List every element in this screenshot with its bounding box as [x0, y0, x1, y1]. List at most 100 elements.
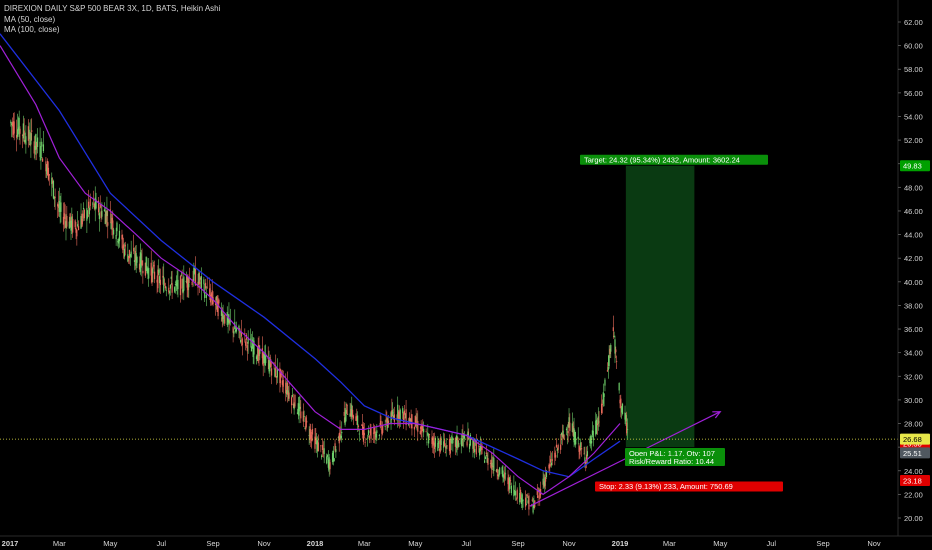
- y-tick-label: 46.00: [904, 207, 923, 216]
- candle: [423, 421, 425, 438]
- candle: [45, 156, 47, 178]
- candle: [159, 268, 162, 294]
- candle: [232, 325, 234, 343]
- candle: [157, 265, 159, 292]
- candle: [534, 500, 536, 510]
- target-label: Target: 24.32 (95.34%) 2432, Amount: 360…: [584, 156, 740, 165]
- candle: [621, 402, 624, 416]
- price-chart[interactable]: 20.0022.0024.0026.0028.0030.0032.0034.00…: [0, 0, 932, 550]
- candle: [77, 210, 79, 228]
- candle: [332, 446, 334, 466]
- x-tick-label: Jul: [461, 539, 471, 548]
- candle: [116, 221, 118, 236]
- x-tick-label: Jul: [156, 539, 166, 548]
- chart-root: 20.0022.0024.0026.0028.0030.0032.0034.00…: [0, 0, 932, 550]
- candle: [514, 481, 517, 501]
- candle: [620, 394, 622, 418]
- candle: [604, 377, 606, 392]
- axis-badge: 49.83: [903, 162, 922, 171]
- y-tick-label: 38.00: [904, 301, 923, 310]
- y-tick-label: 24.00: [904, 467, 923, 476]
- candle: [613, 331, 615, 338]
- candle: [294, 393, 296, 409]
- x-tick-label: Mar: [53, 539, 66, 548]
- candle: [443, 433, 446, 447]
- legend-ma50: MA (50, close): [4, 14, 56, 24]
- candle: [51, 172, 53, 197]
- y-tick-label: 40.00: [904, 278, 923, 287]
- candle: [579, 446, 581, 459]
- candle: [610, 343, 612, 358]
- candle: [583, 446, 585, 455]
- x-tick-label: Nov: [867, 539, 881, 548]
- ratio-label: Risk/Reward Ratio: 10.44: [629, 457, 714, 466]
- candle: [228, 302, 230, 325]
- candle: [41, 157, 44, 162]
- candle: [616, 355, 618, 369]
- y-tick-label: 20.00: [904, 514, 923, 523]
- candle: [524, 490, 527, 511]
- candle: [555, 438, 558, 449]
- candle: [496, 459, 498, 480]
- candle: [351, 396, 353, 422]
- candle: [358, 428, 360, 442]
- candle: [251, 331, 253, 349]
- candle: [606, 362, 609, 372]
- candle: [484, 455, 487, 460]
- ma100-line: [0, 33, 621, 478]
- candle: [513, 475, 515, 500]
- candle: [206, 277, 208, 289]
- candle: [618, 382, 620, 394]
- candle: [367, 425, 370, 438]
- y-tick-label: 22.00: [904, 490, 923, 499]
- y-tick-label: 58.00: [904, 65, 923, 74]
- candle: [205, 286, 207, 307]
- candle: [487, 451, 489, 471]
- candle: [174, 286, 176, 294]
- candle: [179, 274, 182, 303]
- candle: [171, 270, 173, 299]
- x-tick-label: Sep: [511, 539, 524, 548]
- candle: [291, 395, 293, 414]
- candle: [246, 341, 248, 361]
- x-tick-label: 2017: [2, 539, 19, 548]
- candle: [42, 130, 45, 154]
- candle: [58, 187, 60, 218]
- candle: [411, 414, 413, 436]
- y-tick-label: 62.00: [904, 18, 923, 27]
- candle: [614, 335, 616, 363]
- chart-legend: DIREXION DAILY S&P 500 BEAR 3X, 1D, BATS…: [4, 4, 220, 36]
- candle: [461, 429, 463, 447]
- candle: [399, 408, 401, 427]
- profit-zone: [625, 165, 695, 448]
- candle: [30, 119, 32, 158]
- candle: [393, 406, 395, 426]
- candle: [509, 476, 511, 494]
- y-tick-label: 48.00: [904, 183, 923, 192]
- candle: [585, 461, 587, 472]
- candle: [76, 229, 78, 246]
- candle: [300, 400, 302, 424]
- candle: [169, 283, 172, 296]
- candle: [148, 258, 150, 287]
- y-tick-label: 60.00: [904, 42, 923, 51]
- y-tick-label: 52.00: [904, 136, 923, 145]
- candle: [612, 315, 614, 339]
- x-tick-label: Sep: [816, 539, 829, 548]
- candle: [305, 416, 307, 432]
- candle: [521, 493, 523, 511]
- candle: [405, 399, 407, 431]
- candle: [39, 127, 41, 161]
- candle: [375, 431, 377, 445]
- candle: [333, 457, 335, 462]
- candle: [13, 112, 15, 141]
- candle: [28, 122, 30, 146]
- y-tick-label: 32.00: [904, 372, 923, 381]
- candle: [189, 267, 191, 284]
- candle: [118, 224, 121, 248]
- candle: [565, 426, 568, 436]
- candle: [597, 407, 599, 431]
- candle: [321, 454, 323, 460]
- candle: [224, 314, 226, 327]
- legend-ma100: MA (100, close): [4, 25, 60, 34]
